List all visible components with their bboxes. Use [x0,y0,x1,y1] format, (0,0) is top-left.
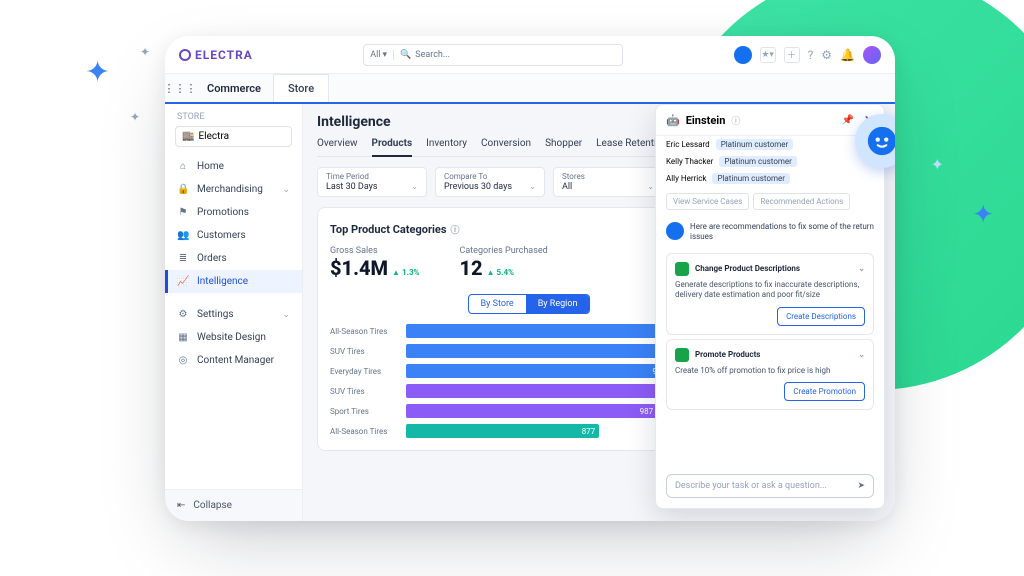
layout-icon: ▦ [177,332,189,343]
doc-icon: ◎ [177,355,189,366]
search-input[interactable]: 🔍 Search... [394,50,622,60]
sidebar-item-orders[interactable]: ≣Orders [165,247,302,270]
logo-icon [179,49,191,61]
store-picker[interactable]: 🏬 Electra [175,126,292,147]
sidebar-item-customers[interactable]: 👥Customers [165,224,302,247]
customer-row: Ally HerrickPlatinum customer [656,170,884,187]
einstein-avatar-icon [666,222,684,240]
subtab-shopper[interactable]: Shopper [545,138,582,156]
recommendation-card: Change Product Descriptions⌄Generate des… [666,253,874,335]
subtab-products[interactable]: Products [372,138,413,157]
subtab-inventory[interactable]: Inventory [426,138,467,156]
store-icon: 🏬 [182,131,194,142]
send-icon[interactable]: ➤ [857,481,865,491]
recommendation-icon [675,262,689,276]
customer-row: Kelly ThackerPlatinum customer [656,153,884,170]
spark-decoration: ✦ [85,55,110,90]
sidebar-item-website-design[interactable]: ▦Website Design [165,326,302,349]
chevron-down-icon: ⌄ [529,182,536,192]
toggle-by-store[interactable]: By Store [469,295,526,313]
favorites-button[interactable]: ★▾ [760,47,776,63]
add-button[interactable]: ＋ [784,47,800,63]
collapse-sidebar-button[interactable]: ⇤ Collapse [165,489,302,521]
recommendation-cta[interactable]: Create Promotion [784,382,865,401]
sidebar-item-home[interactable]: ⌂Home [165,155,302,178]
sidebar-section-label: STORE [165,104,302,126]
settings-icon[interactable]: ⚙ [821,48,832,62]
sidebar-item-content-manager[interactable]: ◎Content Manager [165,349,302,372]
chevron-down-icon[interactable]: ⌄ [858,350,865,359]
pin-icon[interactable]: 📌 [841,115,853,126]
view-service-cases-button[interactable]: View Service Cases [666,193,749,210]
sidebar-item-settings[interactable]: ⚙Settings⌄ [165,303,302,326]
filter-stores[interactable]: StoresAll⌄ [553,167,663,197]
einstein-panel: 🤖 Einstein ⓘ 📌 ✕ Eric LessardPlatinum cu… [655,104,885,509]
chevron-down-icon: ⌄ [282,185,290,195]
recommended-actions-button[interactable]: Recommended Actions [753,193,850,210]
einstein-icon[interactable] [734,46,752,64]
toggle-by-region[interactable]: By Region [526,295,590,313]
search-icon: 🔍 [400,50,411,60]
info-icon[interactable]: ⓘ [731,114,740,127]
chevron-down-icon: ⌄ [282,310,290,320]
search-scope-dropdown[interactable]: All ▾ [364,50,394,60]
store-region-toggle[interactable]: By Store By Region [468,294,591,314]
einstein-input[interactable]: Describe your task or ask a question... … [666,474,874,498]
sidebar-item-merchandising[interactable]: 🔒Merchandising⌄ [165,178,302,201]
tab-store[interactable]: Store [273,74,329,102]
gear-icon: ⚙ [177,309,189,320]
spark-decoration: ✦ [140,45,150,59]
help-icon[interactable]: ? [808,48,814,62]
workspace-tabs: ⋮⋮⋮ Commerce Store [165,74,895,104]
users-icon: 👥 [177,230,189,241]
orders-icon: ≣ [177,253,189,264]
sidebar: STORE 🏬 Electra ⌂Home🔒Merchandising⌄⚑Pro… [165,104,303,521]
app-window: ELECTRA All ▾ 🔍 Search... ★▾ ＋ ? ⚙ 🔔 ⋮⋮⋮… [165,36,895,521]
subtab-overview[interactable]: Overview [317,138,358,156]
chevron-down-icon: ⌄ [411,182,418,192]
main-content: Intelligence OverviewProductsInventoryCo… [303,104,895,521]
recommendation-icon [675,348,689,362]
notifications-icon[interactable]: 🔔 [840,48,855,62]
brand-logo: ELECTRA [179,48,253,62]
home-icon: ⌂ [177,161,189,172]
sidebar-item-intelligence[interactable]: 📈Intelligence [165,270,302,293]
app-name: Commerce [195,82,273,95]
customer-row: Eric LessardPlatinum customer [656,136,884,153]
spark-decoration: ✦ [130,110,140,124]
recommendation-cta[interactable]: Create Descriptions [777,307,865,326]
subtab-conversion[interactable]: Conversion [481,138,531,156]
avatar[interactable] [863,46,881,64]
tag-icon: ⚑ [177,207,189,218]
einstein-robot-icon: 🤖 [666,114,680,127]
collapse-icon: ⇤ [177,500,185,511]
chevron-down-icon[interactable]: ⌄ [858,264,865,273]
spark-decoration: ✦ [972,200,994,230]
global-search: All ▾ 🔍 Search... [263,44,724,66]
filter-compare-to[interactable]: Compare ToPrevious 30 days⌄ [435,167,545,197]
filter-time-period[interactable]: Time PeriodLast 30 Days⌄ [317,167,427,197]
spark-decoration: ✦ [931,155,944,174]
topbar: ELECTRA All ▾ 🔍 Search... ★▾ ＋ ? ⚙ 🔔 [165,36,895,74]
chart-icon: 📈 [177,276,189,287]
app-launcher-icon[interactable]: ⋮⋮⋮ [165,82,195,95]
recommendation-card: Promote Products⌄Create 10% off promotio… [666,339,874,410]
chevron-down-icon: ⌄ [647,182,654,192]
sidebar-item-promotions[interactable]: ⚑Promotions [165,201,302,224]
info-icon[interactable]: ⓘ [451,223,460,236]
lock-icon: 🔒 [177,184,189,195]
